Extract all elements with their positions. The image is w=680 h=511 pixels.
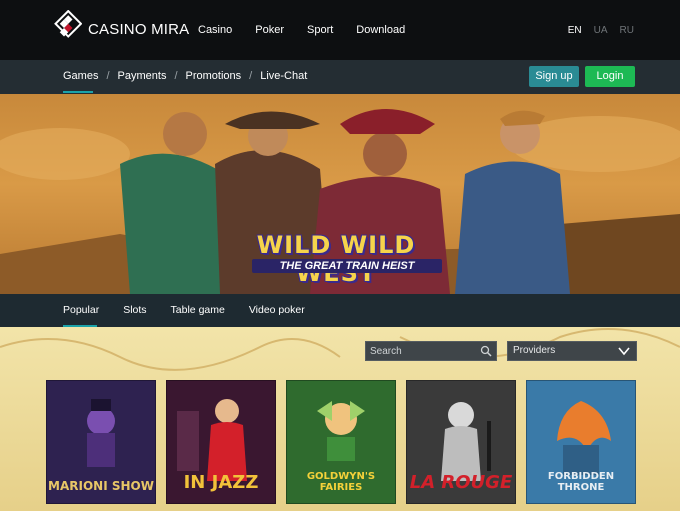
game-title: GOLDWYN'S FAIRIES bbox=[306, 471, 376, 493]
game-tile-la-rouge[interactable]: LA ROUGE bbox=[406, 380, 516, 504]
game-title: LA ROUGE bbox=[409, 472, 513, 493]
nav-poker[interactable]: Poker bbox=[255, 24, 284, 36]
subnav-payments[interactable]: Payments bbox=[118, 70, 167, 82]
separator: / bbox=[106, 70, 110, 82]
language-switcher: EN UA RU bbox=[568, 25, 634, 36]
top-header: CASINO MIRA Casino Poker Sport Download … bbox=[0, 0, 680, 60]
lang-ua[interactable]: UA bbox=[594, 25, 608, 36]
hero-banner[interactable]: WILD WILD WEST THE GREAT TRAIN HEIST bbox=[0, 94, 680, 294]
providers-dropdown[interactable]: Providers bbox=[507, 341, 637, 361]
lang-en[interactable]: EN bbox=[568, 25, 582, 36]
game-tile-forbidden-throne[interactable]: FORBIDDEN THRONE bbox=[526, 380, 636, 504]
game-tile-goldwyns-fairies[interactable]: GOLDWYN'S FAIRIES bbox=[286, 380, 396, 504]
game-title: MARIONI SHOW bbox=[48, 479, 154, 493]
nav-casino[interactable]: Casino bbox=[198, 24, 232, 36]
nav-sport[interactable]: Sport bbox=[307, 24, 333, 36]
tab-slots[interactable]: Slots bbox=[123, 304, 146, 316]
subnav-promotions[interactable]: Promotions bbox=[186, 70, 242, 82]
search-box[interactable] bbox=[365, 341, 497, 361]
separator: / bbox=[174, 70, 178, 82]
brand-name[interactable]: CASINO MIRA bbox=[88, 21, 189, 38]
category-bar: Popular Slots Table game Video poker bbox=[0, 294, 680, 327]
lang-ru[interactable]: RU bbox=[620, 25, 634, 36]
chevron-down-icon bbox=[618, 347, 630, 356]
game-tile-in-jazz[interactable]: IN JAZZ bbox=[166, 380, 276, 504]
game-title: IN JAZZ bbox=[183, 472, 259, 493]
tab-popular[interactable]: Popular bbox=[63, 304, 99, 316]
search-input[interactable] bbox=[370, 344, 470, 358]
signup-button[interactable]: Sign up bbox=[529, 66, 579, 87]
main-nav: Casino Poker Sport Download bbox=[198, 24, 428, 36]
separator: / bbox=[249, 70, 253, 82]
nav-download[interactable]: Download bbox=[356, 24, 405, 36]
subnav-live-chat[interactable]: Live-Chat bbox=[260, 70, 307, 82]
category-tabs: Popular Slots Table game Video poker bbox=[63, 304, 329, 316]
providers-label: Providers bbox=[513, 345, 556, 356]
game-title: FORBIDDEN THRONE bbox=[547, 471, 615, 493]
active-subnav-indicator bbox=[63, 91, 93, 93]
game-tile-marioni-show[interactable]: MARIONI SHOW bbox=[46, 380, 156, 504]
casino-logo-icon[interactable] bbox=[46, 10, 82, 46]
search-icon[interactable] bbox=[480, 345, 492, 357]
banner-subtitle: THE GREAT TRAIN HEIST bbox=[252, 259, 442, 273]
subnav-games[interactable]: Games bbox=[63, 70, 98, 82]
tab-table-game[interactable]: Table game bbox=[171, 304, 225, 316]
sub-nav: Games / Payments / Promotions / Live-Cha… bbox=[63, 70, 307, 82]
banner-logo: WILD WILD WEST THE GREAT TRAIN HEIST bbox=[212, 231, 460, 287]
tab-video-poker[interactable]: Video poker bbox=[249, 304, 305, 316]
login-button[interactable]: Login bbox=[585, 66, 635, 87]
